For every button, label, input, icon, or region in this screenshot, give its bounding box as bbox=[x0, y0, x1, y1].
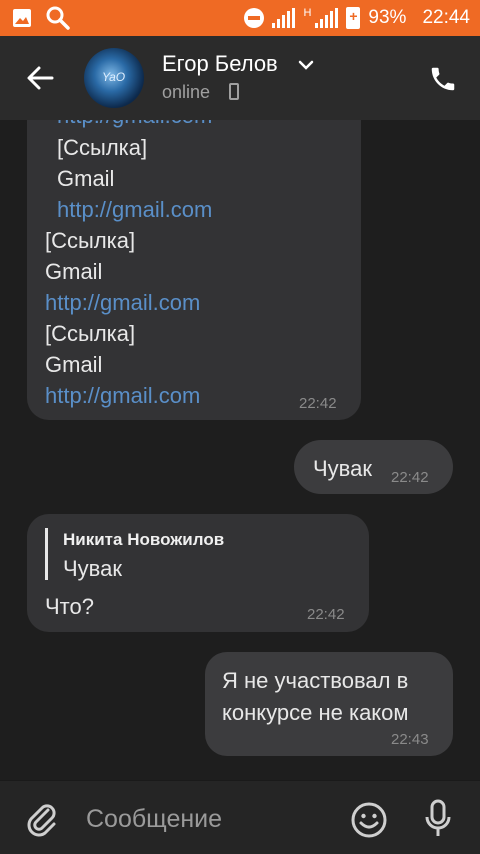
attach-clip-icon[interactable] bbox=[26, 801, 58, 842]
message-line: [Ссылка] bbox=[57, 135, 148, 160]
avatar[interactable]: YaO bbox=[84, 48, 144, 108]
message-time: 22:42 bbox=[299, 395, 337, 412]
reply-quote-bar bbox=[45, 528, 48, 580]
message-text: Что? bbox=[45, 594, 94, 619]
mobile-device-icon bbox=[229, 83, 239, 100]
chevron-down-icon[interactable] bbox=[298, 58, 314, 76]
signal-icon bbox=[272, 8, 296, 28]
search-icon bbox=[46, 6, 70, 35]
message-time: 22:43 bbox=[391, 731, 429, 748]
message-line: Gmail bbox=[57, 166, 115, 191]
battery-level: 93% bbox=[368, 7, 407, 28]
message-link[interactable]: http://gmail.com bbox=[57, 197, 212, 223]
do-not-disturb-icon bbox=[244, 8, 265, 28]
phone-icon[interactable] bbox=[428, 64, 458, 99]
message-time: 22:42 bbox=[307, 606, 345, 623]
message-time: 22:42 bbox=[391, 469, 429, 486]
presence-status: online bbox=[162, 82, 211, 102]
message-input[interactable]: Сообщение bbox=[86, 805, 222, 834]
message-line: Gmail bbox=[45, 259, 103, 284]
back-arrow-icon[interactable] bbox=[22, 60, 58, 96]
message-list[interactable]: http://gmail.com [Ссылка] Gmail http://g… bbox=[0, 120, 480, 780]
emoji-icon[interactable] bbox=[350, 801, 388, 844]
image-icon bbox=[12, 8, 32, 33]
reply-author: Никита Новожилов bbox=[63, 530, 225, 549]
chat-header: YaO Егор Белов online bbox=[0, 36, 480, 120]
status-bar: H 93% 22:44 bbox=[0, 0, 480, 36]
battery-icon bbox=[346, 7, 361, 29]
message-link[interactable]: http://gmail.com bbox=[57, 120, 212, 129]
message-link[interactable]: http://gmail.com bbox=[45, 383, 200, 409]
message-link[interactable]: http://gmail.com bbox=[45, 290, 200, 316]
reply-text: Чувак bbox=[63, 556, 122, 581]
message-line: Я не участвовал в bbox=[222, 668, 409, 693]
message-text: Чувак bbox=[313, 456, 372, 481]
network-type-label: H bbox=[303, 7, 312, 19]
contact-name[interactable]: Егор Белов bbox=[162, 51, 278, 77]
message-composer: Сообщение bbox=[0, 780, 480, 854]
message-line: [Ссылка] bbox=[45, 321, 136, 346]
microphone-icon[interactable] bbox=[424, 799, 452, 844]
message-line: Gmail bbox=[45, 352, 103, 377]
signal-icon bbox=[315, 8, 339, 28]
message-line: конкурсе не каком bbox=[222, 700, 409, 725]
clock: 22:44 bbox=[422, 7, 470, 28]
message-line: [Ссылка] bbox=[45, 228, 136, 253]
